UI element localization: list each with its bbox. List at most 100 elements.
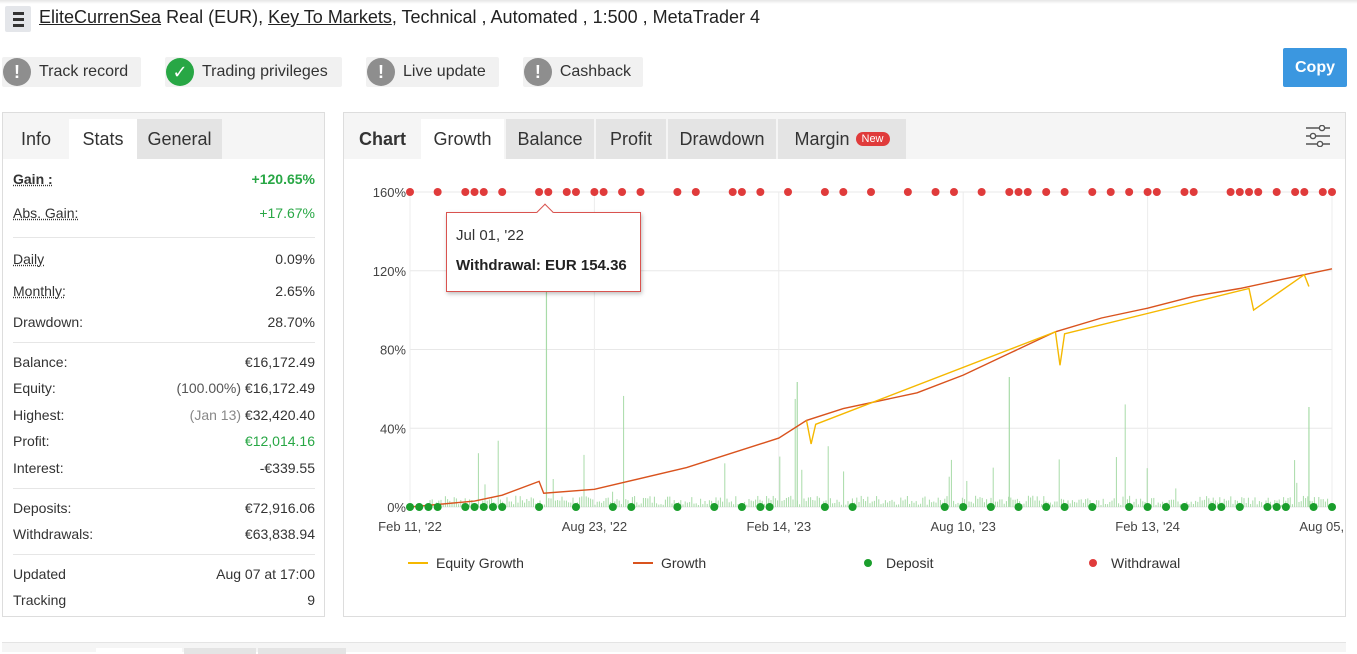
withdrawal-marker xyxy=(839,188,848,196)
withdrawal-marker xyxy=(1125,188,1134,196)
stat-value: 28.70% xyxy=(267,314,315,330)
divider xyxy=(13,237,315,238)
deposit-marker xyxy=(737,503,746,511)
cashback-badge[interactable]: ! Cashback xyxy=(523,57,643,87)
stat-label: Equity: xyxy=(13,380,56,396)
tab-growth[interactable]: Growth xyxy=(421,119,504,159)
stat-value: (Jan 13) €32,420.40 xyxy=(190,407,315,423)
deposit-marker xyxy=(406,503,414,511)
tab-balance[interactable]: Balance xyxy=(506,119,594,159)
legend-equity-growth[interactable]: Equity Growth xyxy=(408,555,524,571)
warning-icon: ! xyxy=(524,58,552,86)
deposit-marker xyxy=(415,503,424,511)
deposit-marker xyxy=(756,503,765,511)
tab-stats[interactable]: Stats xyxy=(69,119,137,159)
bottom-tab[interactable] xyxy=(96,648,182,654)
deposit-marker xyxy=(608,503,617,511)
stat-withdrawals: Withdrawals: €63,838.94 xyxy=(13,524,315,544)
deposit-marker xyxy=(940,503,949,511)
tab-margin[interactable]: Margin New xyxy=(778,119,906,159)
tab-drawdown[interactable]: Drawdown xyxy=(668,119,776,159)
stat-gain: Gain : +120.65% xyxy=(13,169,315,189)
deposit-marker xyxy=(1235,503,1244,511)
deposit-marker xyxy=(1143,503,1152,511)
deposit-marker xyxy=(535,503,544,511)
withdrawal-marker xyxy=(1060,188,1069,196)
stat-label[interactable]: Daily xyxy=(13,251,44,267)
stat-label[interactable]: Monthly: xyxy=(13,283,66,299)
withdrawal-marker xyxy=(1088,188,1097,196)
legend-label: Growth xyxy=(661,555,707,571)
chart-settings-icon[interactable] xyxy=(1305,125,1331,147)
y-tick-label: 0% xyxy=(387,500,406,515)
legend-deposit[interactable]: Deposit xyxy=(858,555,933,571)
deposit-marker xyxy=(571,503,580,511)
stat-label[interactable]: Gain : xyxy=(13,171,53,187)
legend-label: Withdrawal xyxy=(1111,555,1181,571)
tab-profit[interactable]: Profit xyxy=(596,119,666,159)
bottom-tab[interactable] xyxy=(184,648,256,654)
tab-info[interactable]: Info xyxy=(3,119,69,159)
bottom-tab[interactable] xyxy=(258,648,346,654)
stat-value: 9 xyxy=(307,592,315,608)
legend-swatch xyxy=(408,562,428,564)
withdrawal-marker xyxy=(498,188,507,196)
highest-date: (Jan 13) xyxy=(189,407,242,423)
stat-highest: Highest: (Jan 13) €32,420.40 xyxy=(13,405,315,425)
equity-growth-line xyxy=(805,273,1310,445)
stat-value: -€339.55 xyxy=(259,460,315,476)
deposit-marker xyxy=(1263,503,1272,511)
account-name-link[interactable]: EliteCurrenSea xyxy=(39,7,161,27)
stat-drawdown: Drawdown: 28.70% xyxy=(13,312,315,332)
trading-privileges-badge[interactable]: ✓ Trading privileges xyxy=(165,57,342,87)
stat-value: 2.65% xyxy=(275,283,315,299)
stat-label: Profit: xyxy=(13,433,50,449)
tab-margin-label: Margin xyxy=(794,128,850,149)
withdrawal-marker xyxy=(406,188,414,196)
live-update-badge[interactable]: ! Live update xyxy=(366,57,499,87)
legend-withdrawal[interactable]: Withdrawal xyxy=(1083,555,1180,571)
stat-label[interactable]: Abs. Gain: xyxy=(13,205,78,221)
new-badge: New xyxy=(855,132,890,146)
stat-value: €12,014.16 xyxy=(244,433,315,449)
stat-value: +120.65% xyxy=(251,171,315,187)
badge-label: Live update xyxy=(403,63,486,80)
withdrawal-marker xyxy=(737,188,746,196)
track-record-badge[interactable]: ! Track record xyxy=(2,57,141,87)
stat-value: (100.00%) €16,172.49 xyxy=(176,380,315,396)
withdrawal-marker xyxy=(571,188,580,196)
badge-label: Track record xyxy=(39,63,129,80)
withdrawal-marker xyxy=(1180,188,1189,196)
deposit-marker xyxy=(1060,503,1069,511)
withdrawal-marker xyxy=(599,188,608,196)
deposit-marker xyxy=(1125,503,1134,511)
deposit-marker xyxy=(461,503,470,511)
y-axis-labels: 0% 40% 80% 120% 160% xyxy=(373,185,407,515)
deposit-marker xyxy=(1162,503,1171,511)
menu-icon[interactable] xyxy=(5,6,31,32)
x-axis-labels: Feb 11, '22 Aug 23, '22 Feb 14, '23 Aug 10,… xyxy=(378,519,1345,534)
withdrawal-marker xyxy=(590,188,599,196)
deposit-marker xyxy=(1328,503,1336,511)
withdrawal-marker xyxy=(1245,188,1254,196)
stat-value: €16,172.49 xyxy=(244,354,315,370)
copy-button[interactable]: Copy xyxy=(1283,48,1347,87)
withdrawal-marker xyxy=(1272,188,1281,196)
withdrawal-marker xyxy=(1023,188,1032,196)
equity-percent: (100.00%) xyxy=(176,380,242,396)
deposit-marker xyxy=(1180,503,1189,511)
growth-line xyxy=(409,268,1333,508)
deposit-marker xyxy=(710,503,719,511)
stats-tabs: Info Stats General xyxy=(3,113,324,159)
x-tick-label: Aug 10, '23 xyxy=(931,519,996,534)
legend-label: Equity Growth xyxy=(436,555,524,571)
tab-general[interactable]: General xyxy=(137,119,222,159)
stat-label: Drawdown: xyxy=(13,314,84,330)
withdrawal-marker xyxy=(1014,188,1023,196)
badge-label: Trading privileges xyxy=(202,63,328,80)
x-tick-label: Feb 14, '23 xyxy=(746,519,811,534)
stat-value: 0.09% xyxy=(275,251,315,267)
broker-link[interactable]: Key To Markets xyxy=(268,7,392,27)
chart-title: Chart xyxy=(358,128,406,149)
legend-growth[interactable]: Growth xyxy=(633,555,706,571)
